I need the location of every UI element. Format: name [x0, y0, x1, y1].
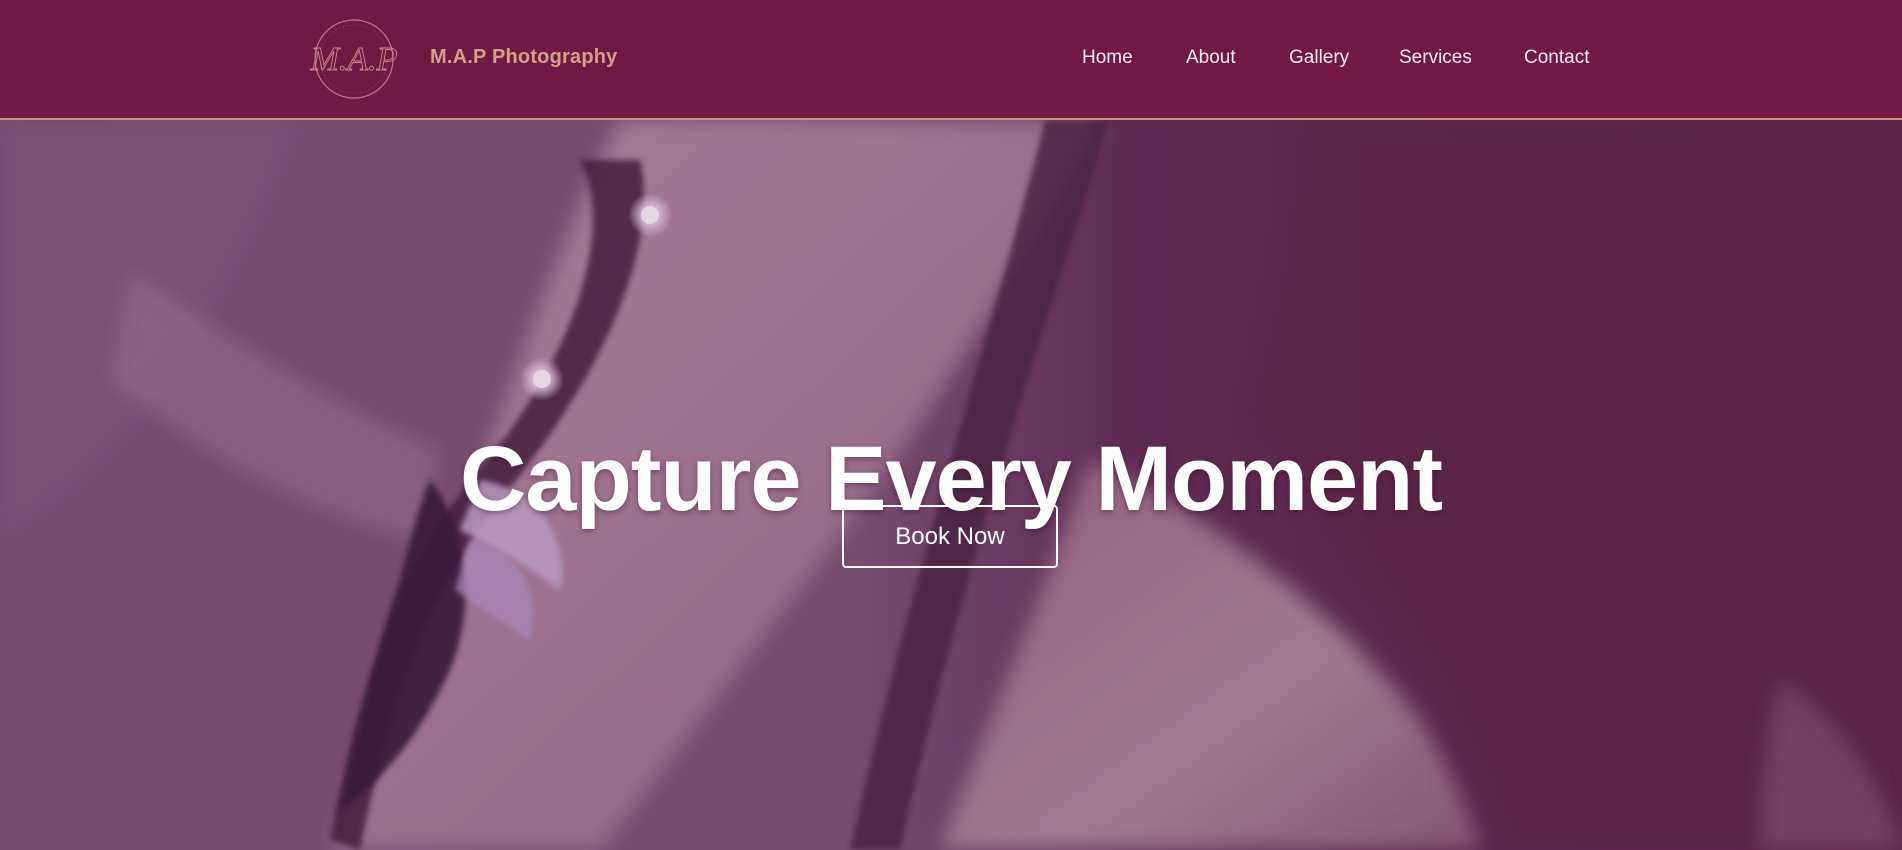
page: M.A.P M.A.P Photography Home About Galle…	[0, 0, 1902, 850]
book-now-button[interactable]: Book Now	[842, 505, 1058, 568]
site-header: M.A.P M.A.P Photography Home About Galle…	[0, 0, 1902, 120]
brand-logo[interactable]: M.A.P	[297, 17, 411, 101]
svg-text:M.A.P: M.A.P	[310, 41, 398, 78]
nav-home-link[interactable]: Home	[1082, 47, 1133, 69]
nav-services-link[interactable]: Services	[1399, 47, 1472, 69]
logo-seal-icon: M.A.P	[309, 19, 398, 99]
nav-gallery-link[interactable]: Gallery	[1289, 47, 1349, 69]
nav-contact-link[interactable]: Contact	[1524, 47, 1589, 69]
hero-section: Capture Every Moment Book Now	[0, 120, 1902, 850]
nav-about-link[interactable]: About	[1186, 47, 1236, 69]
brand-name[interactable]: M.A.P Photography	[430, 46, 617, 69]
